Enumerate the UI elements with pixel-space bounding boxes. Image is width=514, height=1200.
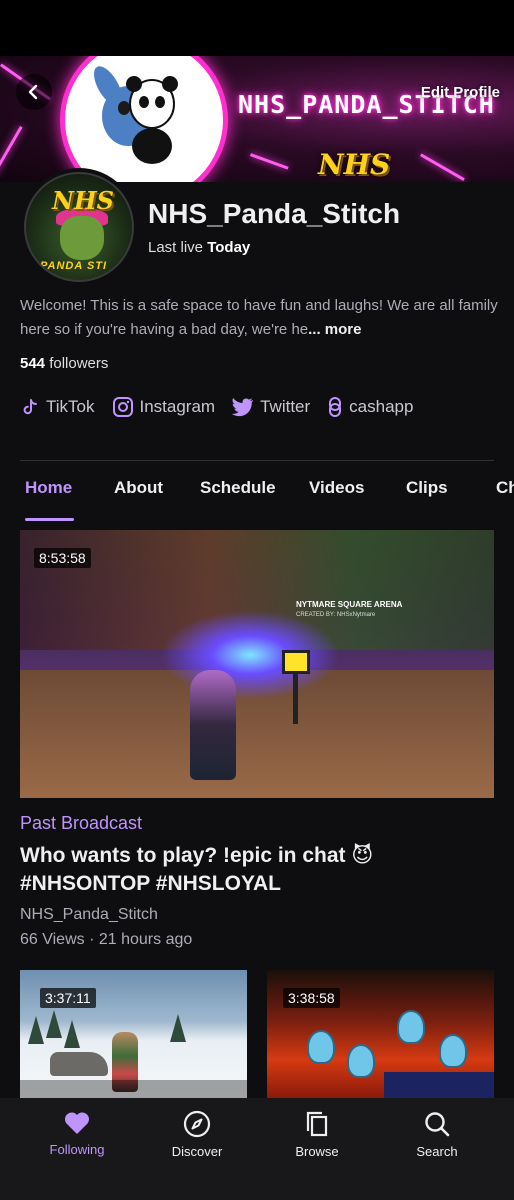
- browse-icon: [306, 1111, 328, 1137]
- thumbnail-character: [190, 670, 236, 780]
- avatar-face: [60, 216, 104, 260]
- last-live-status: Last live Today: [148, 239, 250, 256]
- social-link-cashapp[interactable]: cashapp: [327, 396, 413, 418]
- thumbnail-character: [307, 1030, 335, 1064]
- compass-icon: [183, 1110, 211, 1138]
- thumbnail-character: [439, 1034, 467, 1068]
- thumbnail-sign: [282, 650, 310, 674]
- tab-clips[interactable]: Clips: [406, 478, 448, 498]
- instagram-icon: [112, 397, 133, 417]
- nav-label: Browse: [295, 1144, 339, 1159]
- thumbnail-sign-post: [293, 674, 298, 724]
- tab-about[interactable]: About: [114, 478, 163, 498]
- nav-following[interactable]: Following: [27, 1110, 127, 1157]
- video-duration: 8:53:58: [34, 548, 91, 568]
- thumbnail-tree: [64, 1020, 80, 1048]
- video-thumbnail[interactable]: 3:37:11: [20, 970, 247, 1098]
- thumbnail-glow: [160, 610, 340, 700]
- channel-name: NHS_Panda_Stitch: [148, 198, 401, 229]
- video-channel-name[interactable]: NHS_Panda_Stitch: [20, 906, 158, 924]
- nav-browse[interactable]: Browse: [267, 1110, 367, 1159]
- social-link-tiktok[interactable]: TikTok: [20, 397, 95, 417]
- nav-label: Search: [416, 1144, 458, 1159]
- social-label: Instagram: [139, 397, 216, 416]
- tab-chat[interactable]: Ch: [496, 478, 514, 498]
- video-title[interactable]: Who wants to play? !epic in chat 😈 #NHSO…: [20, 842, 490, 898]
- video-type-label: Past Broadcast: [20, 813, 143, 833]
- video-duration: 3:38:58: [283, 988, 340, 1008]
- nav-search[interactable]: Search: [387, 1110, 487, 1159]
- edit-profile-button[interactable]: Edit Profile: [421, 84, 500, 101]
- avatar-logo: NHS: [52, 186, 114, 215]
- overlay-subtitle: CREATED BY: NHSxNytmare: [296, 612, 376, 618]
- thumbnail-character: [347, 1044, 375, 1078]
- tiktok-icon: [23, 399, 37, 415]
- followers-number: 544: [20, 355, 46, 372]
- divider: [20, 460, 494, 461]
- overlay-title: NYTMARE SQUARE ARENA: [296, 600, 403, 609]
- avatar-caption: PANDA STI: [40, 260, 108, 272]
- lightning-decoration: [420, 153, 465, 181]
- avatar[interactable]: NHS PANDA STI: [20, 168, 138, 286]
- bottom-navigation: Following Discover Browse Search: [0, 1098, 514, 1200]
- tab-home[interactable]: Home: [25, 478, 72, 498]
- last-live-value: Today: [207, 239, 251, 256]
- social-link-twitter[interactable]: Twitter: [232, 397, 310, 417]
- thumbnail-character: [397, 1010, 425, 1044]
- followers-label: followers: [49, 355, 109, 372]
- tab-videos[interactable]: Videos: [309, 478, 364, 498]
- active-tab-indicator: [25, 518, 74, 521]
- video-duration: 3:37:11: [40, 988, 96, 1008]
- thumbnail-overlay-text: NYTMARE SQUARE ARENA CREATED BY: NHSxNyt…: [296, 600, 402, 620]
- social-label: Twitter: [260, 397, 311, 416]
- lightning-decoration: [250, 153, 289, 170]
- thumbnail-tree: [28, 1016, 44, 1044]
- back-button[interactable]: [16, 74, 52, 110]
- channel-banner: NHS_PANDA_STITCH NHS: [0, 56, 514, 182]
- featured-video-thumbnail[interactable]: NYTMARE SQUARE ARENA CREATED BY: NHSxNyt…: [20, 530, 494, 798]
- social-links: TikTok Instagram Twitter cashapp: [20, 396, 430, 418]
- heart-icon: [64, 1112, 90, 1134]
- social-label: TikTok: [46, 397, 95, 416]
- link-icon: [329, 397, 342, 417]
- thumbnail-tree: [170, 1014, 186, 1042]
- thumbnail-hud: [20, 1080, 247, 1098]
- avatar-image: NHS PANDA STI: [24, 172, 134, 282]
- nav-label: Discover: [171, 1144, 223, 1159]
- channel-bio: Welcome! This is a safe space to have fu…: [20, 294, 500, 342]
- video-thumbnail[interactable]: 3:38:58: [267, 970, 494, 1098]
- twitter-icon: [232, 398, 254, 417]
- video-meta: 66 Views · 21 hours ago: [20, 931, 193, 948]
- chevron-left-icon: [28, 84, 38, 100]
- nav-label: Following: [49, 1142, 105, 1157]
- nav-discover[interactable]: Discover: [147, 1110, 247, 1159]
- tab-schedule[interactable]: Schedule: [200, 478, 276, 498]
- bio-more-link[interactable]: ... more: [308, 321, 361, 338]
- bio-text: Welcome! This is a safe space to have fu…: [20, 297, 498, 338]
- panda-stitch-illustration: [94, 66, 178, 164]
- status-bar: [0, 0, 514, 56]
- social-label: cashapp: [349, 397, 414, 416]
- last-live-prefix: Last live: [148, 239, 204, 256]
- followers-count: 544 followers: [20, 355, 108, 372]
- thumbnail-rock: [50, 1052, 108, 1076]
- search-icon: [425, 1112, 450, 1137]
- thumbnail-tree: [46, 1010, 62, 1038]
- banner-logo: NHS: [318, 148, 391, 181]
- social-link-instagram[interactable]: Instagram: [112, 396, 216, 418]
- thumbnail-caption-box: [384, 1072, 494, 1098]
- channel-tabs: Home About Schedule Videos Clips Ch: [0, 478, 514, 522]
- lightning-decoration: [0, 126, 23, 176]
